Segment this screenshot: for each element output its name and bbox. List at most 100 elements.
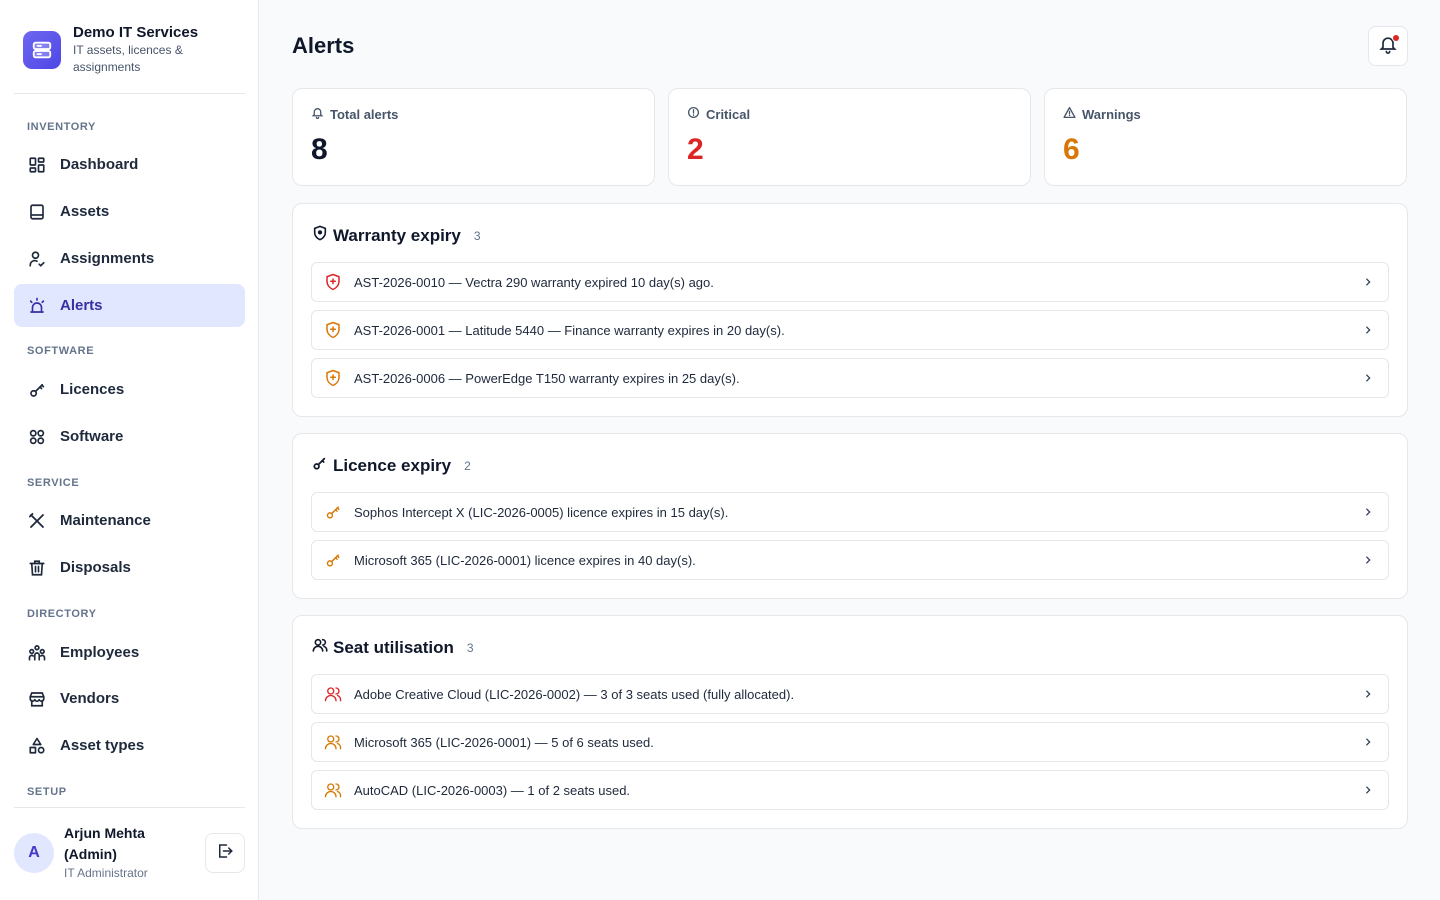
card-title: Seat utilisation bbox=[333, 637, 454, 657]
alert-row[interactable]: Adobe Creative Cloud (LIC-2026-0002) — 3… bbox=[311, 674, 1389, 714]
stat-card-total: Total alerts 8 bbox=[292, 88, 655, 186]
stat-value: 6 bbox=[1063, 133, 1080, 166]
chevron-right-icon bbox=[1362, 736, 1374, 748]
section-label-directory: DIRECTORY bbox=[27, 608, 97, 620]
key-icon bbox=[27, 380, 47, 400]
stat-label: Warnings bbox=[1082, 106, 1141, 122]
chevron-right-icon bbox=[1362, 554, 1374, 566]
chevron-right-icon bbox=[1362, 688, 1374, 700]
user-assign-icon bbox=[27, 249, 47, 269]
alert-row[interactable]: AST-2026-0006 — PowerEdge T150 warranty … bbox=[311, 358, 1389, 398]
sidebar-item-employees[interactable]: Employees bbox=[14, 631, 245, 674]
sidebar-item-dashboard[interactable]: Dashboard bbox=[14, 143, 245, 186]
key-icon bbox=[323, 550, 343, 570]
sidebar-item-licences[interactable]: Licences bbox=[14, 368, 245, 411]
laptop-icon bbox=[27, 202, 47, 222]
alert-row[interactable]: Microsoft 365 (LIC-2026-0001) — 5 of 6 s… bbox=[311, 722, 1389, 762]
sidebar-item-disposals[interactable]: Disposals bbox=[14, 546, 245, 589]
stat-card-warnings: Warnings 6 bbox=[1044, 88, 1407, 186]
alert-text: Microsoft 365 (LIC-2026-0001) licence ex… bbox=[354, 552, 696, 568]
section-label-inventory: INVENTORY bbox=[27, 121, 96, 133]
shield-plus-icon bbox=[323, 272, 343, 292]
users-icon bbox=[323, 780, 343, 800]
sidebar-item-label: Dashboard bbox=[60, 156, 139, 173]
chevron-right-icon bbox=[1362, 784, 1374, 796]
users-icon bbox=[312, 637, 328, 658]
user-panel: A Arjun Mehta (Admin) IT Administrator bbox=[14, 807, 245, 900]
dashboard-icon bbox=[27, 155, 47, 175]
bell-icon bbox=[311, 106, 324, 122]
sidebar-item-vendors[interactable]: Vendors bbox=[14, 677, 245, 720]
user-name: Arjun Mehta (Admin) bbox=[64, 825, 145, 862]
shapes-icon bbox=[27, 736, 47, 756]
sidebar-item-label: Assets bbox=[60, 203, 110, 220]
stat-label: Total alerts bbox=[330, 106, 399, 122]
alert-text: Adobe Creative Cloud (LIC-2026-0002) — 3… bbox=[354, 686, 795, 702]
users-icon bbox=[323, 684, 343, 704]
card-count: 3 bbox=[473, 228, 481, 243]
section-label-setup: SETUP bbox=[27, 786, 67, 798]
chevron-right-icon bbox=[1362, 372, 1374, 384]
shield-plus-icon bbox=[323, 368, 343, 388]
sidebar-item-label: Alerts bbox=[60, 297, 103, 314]
sidebar-item-label: Maintenance bbox=[60, 512, 151, 529]
card-title: Licence expiry bbox=[333, 455, 452, 475]
stat-value: 2 bbox=[687, 133, 704, 166]
stat-value: 8 bbox=[311, 133, 328, 166]
logout-button[interactable] bbox=[205, 833, 245, 873]
seat-utilisation-card: Seat utilisation 3 Adobe Creative Cloud … bbox=[292, 615, 1408, 829]
key-icon bbox=[312, 455, 328, 476]
alert-row[interactable]: Microsoft 365 (LIC-2026-0001) licence ex… bbox=[311, 540, 1389, 580]
sidebar-item-maintenance[interactable]: Maintenance bbox=[14, 499, 245, 542]
alert-row[interactable]: AST-2026-0010 — Vectra 290 warranty expi… bbox=[311, 262, 1389, 302]
apps-icon bbox=[27, 427, 47, 447]
store-icon bbox=[27, 689, 47, 709]
licence-expiry-card: Licence expiry 2 Sophos Intercept X (LIC… bbox=[292, 433, 1408, 599]
chevron-right-icon bbox=[1362, 324, 1374, 336]
key-icon bbox=[323, 502, 343, 522]
section-label-service: SERVICE bbox=[27, 477, 80, 489]
page-title: Alerts bbox=[292, 33, 355, 58]
alert-text: Microsoft 365 (LIC-2026-0001) — 5 of 6 s… bbox=[354, 734, 654, 750]
sidebar-item-label: Vendors bbox=[60, 690, 120, 707]
stat-card-critical: Critical 2 bbox=[668, 88, 1031, 186]
card-title: Warranty expiry bbox=[333, 225, 461, 245]
app-tagline: IT assets, licences & assignments bbox=[73, 43, 183, 74]
sidebar-item-asset-types[interactable]: Asset types bbox=[14, 724, 245, 767]
sidebar-item-label: Software bbox=[60, 428, 124, 445]
notification-dot bbox=[1392, 34, 1400, 42]
alert-text: AST-2026-0010 — Vectra 290 warranty expi… bbox=[354, 274, 714, 290]
alarm-icon bbox=[27, 296, 47, 316]
chevron-right-icon bbox=[1362, 276, 1374, 288]
section-label-software: SOFTWARE bbox=[27, 345, 95, 357]
sidebar-item-label: Disposals bbox=[60, 559, 131, 576]
alert-text: AutoCAD (LIC-2026-0003) — 1 of 2 seats u… bbox=[354, 782, 631, 798]
app-name: Demo IT Services bbox=[73, 24, 199, 41]
server-icon bbox=[23, 31, 61, 69]
alert-row[interactable]: AST-2026-0001 — Latitude 5440 — Finance … bbox=[311, 310, 1389, 350]
sidebar-item-software[interactable]: Software bbox=[14, 415, 245, 458]
user-role: IT Administrator bbox=[64, 866, 148, 880]
card-count: 3 bbox=[466, 640, 474, 655]
avatar: A bbox=[14, 833, 54, 873]
sidebar-item-label: Employees bbox=[60, 644, 140, 661]
sidebar-item-assignments[interactable]: Assignments bbox=[14, 237, 245, 280]
sidebar-item-alerts[interactable]: Alerts bbox=[14, 284, 245, 327]
warranty-expiry-card: Warranty expiry 3 AST-2026-0010 — Vectra… bbox=[292, 203, 1408, 417]
alert-row[interactable]: Sophos Intercept X (LIC-2026-0005) licen… bbox=[311, 492, 1389, 532]
tools-icon bbox=[27, 511, 47, 531]
shield-icon bbox=[312, 225, 328, 246]
chevron-right-icon bbox=[1362, 506, 1374, 518]
card-count: 2 bbox=[464, 458, 471, 473]
notifications-button[interactable] bbox=[1368, 26, 1408, 66]
sidebar-item-assets[interactable]: Assets bbox=[14, 190, 245, 233]
alert-text: AST-2026-0001 — Latitude 5440 — Finance … bbox=[354, 322, 785, 338]
stat-label: Critical bbox=[706, 106, 751, 122]
warning-triangle-icon bbox=[1063, 106, 1076, 122]
shield-plus-icon bbox=[323, 320, 343, 340]
info-circle-icon bbox=[687, 106, 700, 122]
users-icon bbox=[27, 643, 47, 663]
alert-text: AST-2026-0006 — PowerEdge T150 warranty … bbox=[354, 370, 740, 386]
alert-row[interactable]: AutoCAD (LIC-2026-0003) — 1 of 2 seats u… bbox=[311, 770, 1389, 810]
sidebar-item-label: Asset types bbox=[60, 737, 145, 754]
